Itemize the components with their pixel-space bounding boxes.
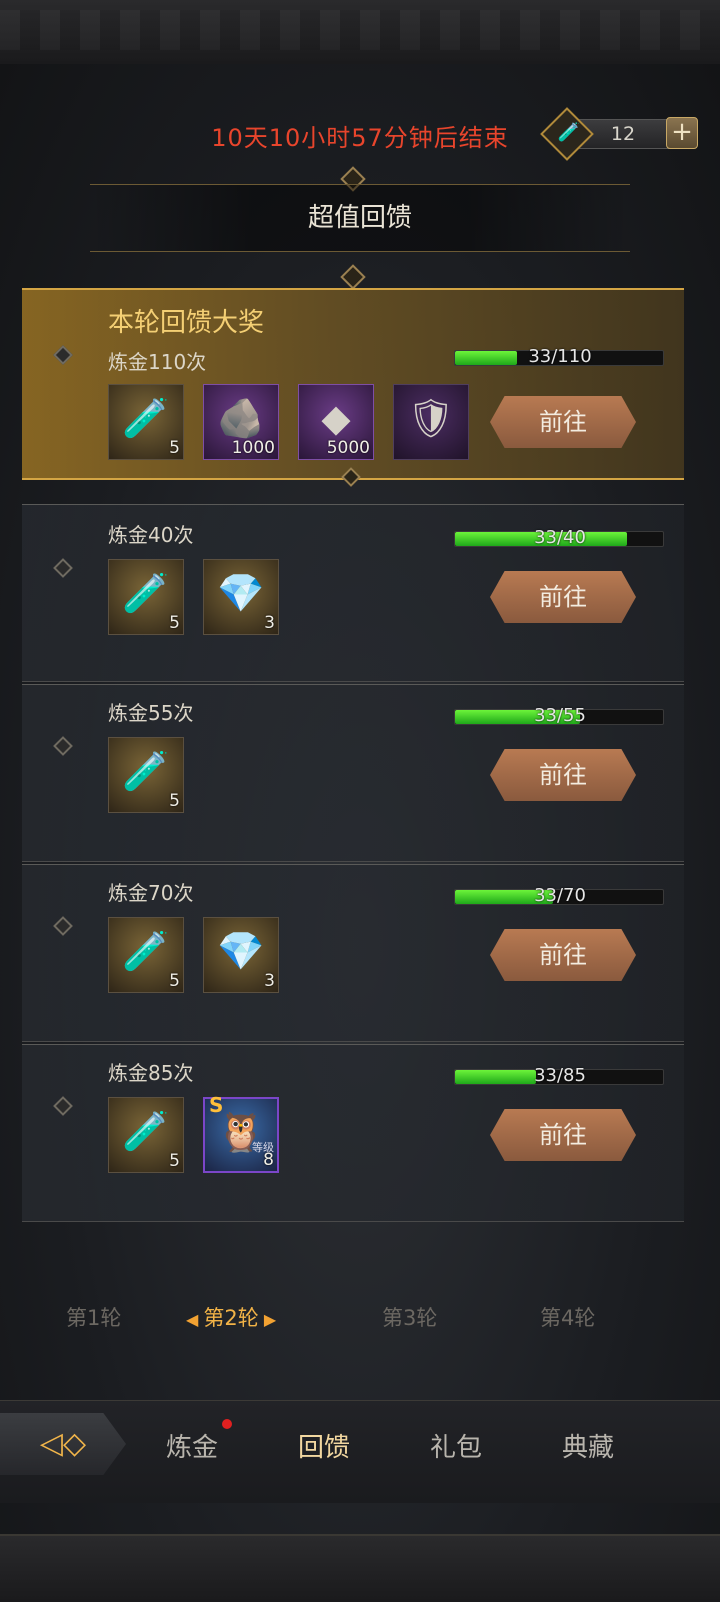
reward-requirement: 炼金110次 — [108, 350, 207, 374]
item-count: 5000 — [326, 438, 370, 458]
round-tab[interactable]: 第4轮 — [540, 1302, 595, 1332]
bottom-nav: ◁◇ 炼金 回馈 礼包 典藏 — [0, 1400, 720, 1503]
diamond-icon — [53, 345, 73, 365]
arrow-right-icon: ▶ — [258, 1310, 277, 1329]
progress-bar: 33/85 — [454, 1065, 664, 1086]
progress-text: 33/70 — [534, 885, 586, 906]
potion-icon: 🧪 — [122, 396, 170, 440]
top-frame — [0, 0, 720, 66]
go-button[interactable]: 前往 — [490, 571, 636, 623]
go-button[interactable]: 前往 — [490, 1109, 636, 1161]
item-count: 5 — [169, 1151, 180, 1171]
armor-icon: 🛡 — [406, 396, 456, 440]
reward-items: 🧪 5 💎 3 — [108, 917, 279, 993]
diamond-icon — [53, 558, 73, 578]
progress-text: 33/55 — [534, 705, 586, 726]
diamond-icon — [53, 1096, 73, 1116]
reward-item[interactable]: 🧪 5 — [108, 917, 184, 993]
stone-icon: ◆ — [321, 396, 351, 440]
back-button[interactable]: ◁◇ — [0, 1413, 126, 1475]
reward-row: 炼金55次 33/55 🧪 5 前往 — [22, 684, 684, 862]
crystal-icon: 💎 — [217, 571, 265, 615]
add-currency-button[interactable]: + — [666, 117, 698, 149]
reward-item[interactable]: 🛡 — [393, 384, 469, 460]
progress-bar: 33/40 — [454, 527, 664, 548]
reward-item[interactable]: 🧪 5 — [108, 384, 184, 460]
reward-item[interactable]: 🪨 1000 — [203, 384, 279, 460]
round-tab[interactable]: 第3轮 — [382, 1302, 437, 1332]
item-count: 5 — [169, 613, 180, 633]
reward-item[interactable]: 💎 3 — [203, 559, 279, 635]
go-button[interactable]: 前往 — [490, 749, 636, 801]
reward-requirement: 炼金85次 — [108, 1061, 194, 1085]
reward-row: 炼金85次 33/85 🧪 5 S 🦉 等级 8 前往 — [22, 1044, 684, 1222]
diamond-icon — [53, 916, 73, 936]
item-count: 5 — [169, 438, 180, 458]
reward-row: 炼金70次 33/70 🧪 5 💎 3 前往 — [22, 864, 684, 1042]
item-count: 3 — [264, 971, 275, 991]
round-selector: 第1轮 ◀ 第2轮 ▶ 第3轮 第4轮 — [0, 1290, 720, 1348]
reward-item[interactable]: ◆ 5000 — [298, 384, 374, 460]
reward-item[interactable]: 💎 3 — [203, 917, 279, 993]
nav-tab-alchemy[interactable]: 炼金 — [166, 1427, 218, 1464]
grand-prize-title: 本轮回馈大奖 — [108, 308, 265, 338]
progress-text: 33/85 — [534, 1065, 586, 1086]
reward-items: 🧪 5 S 🦉 等级 8 — [108, 1093, 279, 1173]
progress-text: 33/40 — [534, 527, 586, 548]
progress-bar: 33/70 — [454, 885, 664, 906]
potion-icon: 🧪 — [122, 929, 170, 973]
item-count: 8 — [263, 1150, 274, 1170]
item-count: 3 — [264, 613, 275, 633]
notification-dot — [222, 1419, 232, 1429]
potion-icon: 🧪 — [122, 1109, 170, 1153]
arrow-left-icon: ◀ — [186, 1310, 204, 1329]
potion-icon: 🧪 — [122, 571, 170, 615]
reward-requirement: 炼金70次 — [108, 881, 194, 905]
round-tab[interactable]: 第1轮 — [66, 1302, 121, 1332]
go-button[interactable]: 前往 — [490, 396, 636, 448]
reward-items: 🧪 5 💎 3 — [108, 559, 279, 635]
reward-item[interactable]: 🧪 5 — [108, 1097, 184, 1173]
potion-icon: 🧪 — [122, 749, 170, 793]
nav-tab-collection[interactable]: 典藏 — [562, 1427, 614, 1464]
item-count: 1000 — [231, 438, 275, 458]
reward-requirement: 炼金40次 — [108, 523, 194, 547]
section-title: 超值回馈 — [90, 184, 630, 252]
reward-items: 🧪 5 — [108, 737, 184, 813]
bottom-frame — [0, 1534, 720, 1602]
back-arrow-icon: ◁◇ — [39, 1426, 87, 1461]
nav-tab-rewards[interactable]: 回馈 — [298, 1427, 350, 1464]
diamond-icon — [53, 736, 73, 756]
progress-bar: 33/110 — [454, 346, 664, 367]
round-tab-active[interactable]: ◀ 第2轮 ▶ — [186, 1302, 276, 1332]
progress-text: 33/110 — [528, 346, 592, 367]
round-label: 第2轮 — [203, 1306, 259, 1330]
reward-item[interactable]: S 🦉 等级 8 — [203, 1093, 279, 1173]
nav-tab-gifts[interactable]: 礼包 — [430, 1427, 482, 1464]
reward-items: 🧪 5 🪨 1000 ◆ 5000 🛡 — [108, 384, 469, 460]
reward-item[interactable]: 🧪 5 — [108, 737, 184, 813]
item-count: 5 — [169, 791, 180, 811]
currency-display: 12 🧪 + — [540, 107, 698, 161]
reward-row: 炼金40次 33/40 🧪 5 💎 3 前往 — [22, 504, 684, 682]
reward-item[interactable]: 🧪 5 — [108, 559, 184, 635]
progress-bar: 33/55 — [454, 705, 664, 726]
item-count: 5 — [169, 971, 180, 991]
ore-icon: 🪨 — [217, 396, 265, 440]
event-countdown: 10天10小时57分钟后结束 — [211, 124, 509, 152]
crystal-icon: 💎 — [217, 929, 265, 973]
reward-row-grand: 本轮回馈大奖 炼金110次 33/110 🧪 5 🪨 1000 ◆ 5000 🛡… — [22, 288, 684, 480]
reward-requirement: 炼金55次 — [108, 701, 194, 725]
go-button[interactable]: 前往 — [490, 929, 636, 981]
